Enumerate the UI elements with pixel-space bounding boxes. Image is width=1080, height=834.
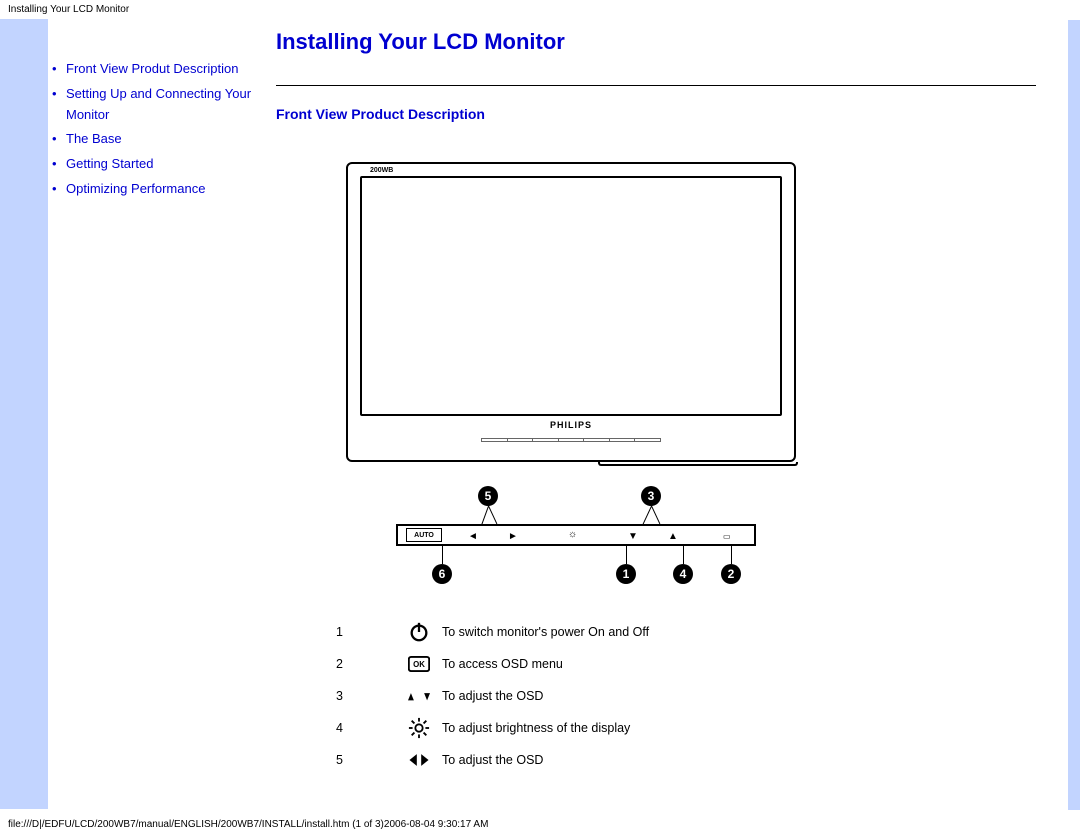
legend-desc: To adjust brightness of the display [442, 721, 1050, 735]
brightness-icon: ☼ [568, 529, 577, 540]
legend-desc: To adjust the OSD [442, 753, 1050, 767]
legend-row: 2 OK To access OSD menu [336, 648, 1050, 680]
ok-icon: OK [396, 653, 442, 675]
divider [276, 85, 1036, 86]
leader-line [643, 506, 652, 525]
leader-line [481, 506, 489, 525]
bullet-icon: • [52, 59, 66, 80]
svg-text:OK: OK [413, 660, 425, 669]
leftright-arrows-icon [396, 749, 442, 771]
sidebar-item-setting-up[interactable]: • Setting Up and Connecting Your Monitor [52, 84, 268, 126]
right-accent-bar [1068, 20, 1080, 810]
sidebar-link[interactable]: Optimizing Performance [66, 179, 205, 200]
sidebar-link[interactable]: Front View Produt Description [66, 59, 238, 80]
legend-number: 1 [336, 625, 396, 639]
auto-button-label: AUTO [406, 528, 442, 542]
section-title: Front View Product Description [276, 106, 1050, 122]
leader-line [731, 546, 732, 564]
bullet-icon: • [52, 129, 66, 150]
leader-line [626, 546, 627, 564]
legend-number: 5 [336, 753, 396, 767]
right-arrow-icon: ► [508, 531, 518, 542]
legend-row: 5 To adjust the OSD [336, 744, 1050, 776]
callout-5: 5 [478, 486, 498, 506]
left-arrow-icon: ◄ [468, 531, 478, 542]
page-wrapper: • Front View Produt Description • Settin… [0, 19, 1080, 809]
bullet-icon: • [52, 179, 66, 200]
legend-number: 3 [336, 689, 396, 703]
button-callout-figure: 5 3 6 1 4 2 AUTO ◄ ► ☼ ▼ ▲ ▭ [396, 486, 756, 586]
legend-number: 4 [336, 721, 396, 735]
legend-number: 2 [336, 657, 396, 671]
callout-2: 2 [721, 564, 741, 584]
legend-row: 1 To switch monitor's power On and Off [336, 616, 1050, 648]
brightness-icon [396, 717, 442, 739]
leader-line [683, 546, 684, 564]
sidebar-item-getting-started[interactable]: • Getting Started [52, 154, 268, 175]
leader-line [488, 506, 497, 525]
monitor-front-figure: 200WB PHILIPS [346, 162, 1050, 466]
sidebar-item-optimizing[interactable]: • Optimizing Performance [52, 179, 268, 200]
monitor-bezel: 200WB PHILIPS [346, 162, 796, 462]
footer-file-path: file:///D|/EDFU/LCD/200WB7/manual/ENGLIS… [8, 819, 488, 830]
sidebar-link[interactable]: The Base [66, 129, 122, 150]
down-arrow-icon: ▼ [628, 531, 638, 542]
up-arrow-icon: ▲ [668, 531, 678, 542]
leader-line [651, 506, 660, 525]
button-bar: AUTO ◄ ► ☼ ▼ ▲ ▭ [396, 524, 756, 546]
menu-icon: ▭ [723, 532, 731, 541]
legend-desc: To switch monitor's power On and Off [442, 625, 1050, 639]
sidebar-nav: • Front View Produt Description • Settin… [48, 19, 276, 809]
main-content: Installing Your LCD Monitor Front View P… [276, 19, 1080, 809]
bullet-icon: • [52, 84, 66, 105]
sidebar-item-front-view[interactable]: • Front View Produt Description [52, 59, 268, 80]
sidebar-link[interactable]: Setting Up and Connecting Your Monitor [66, 84, 268, 126]
callout-3: 3 [641, 486, 661, 506]
bullet-icon: • [52, 154, 66, 175]
legend-row: 3 To adjust the OSD [336, 680, 1050, 712]
updown-arrows-icon [396, 685, 442, 707]
legend-row: 4 To adjust brightness of the display [336, 712, 1050, 744]
legend-desc: To access OSD menu [442, 657, 1050, 671]
monitor-screen [360, 176, 782, 416]
sidebar-item-the-base[interactable]: • The Base [52, 129, 268, 150]
legend-desc: To adjust the OSD [442, 689, 1050, 703]
leader-line [442, 546, 443, 564]
callout-4: 4 [673, 564, 693, 584]
power-icon [396, 621, 442, 643]
sidebar-link[interactable]: Getting Started [66, 154, 153, 175]
callout-6: 6 [432, 564, 452, 584]
page-title: Installing Your LCD Monitor [276, 29, 1050, 55]
page-header-path: Installing Your LCD Monitor [0, 0, 1080, 19]
callout-1: 1 [616, 564, 636, 584]
philips-logo: PHILIPS [550, 420, 592, 430]
monitor-base [598, 462, 798, 466]
monitor-button-strip [481, 438, 661, 442]
left-accent-bar [0, 19, 48, 809]
legend-table: 1 To switch monitor's power On and Off 2… [336, 616, 1050, 776]
monitor-model-label: 200WB [370, 167, 393, 174]
